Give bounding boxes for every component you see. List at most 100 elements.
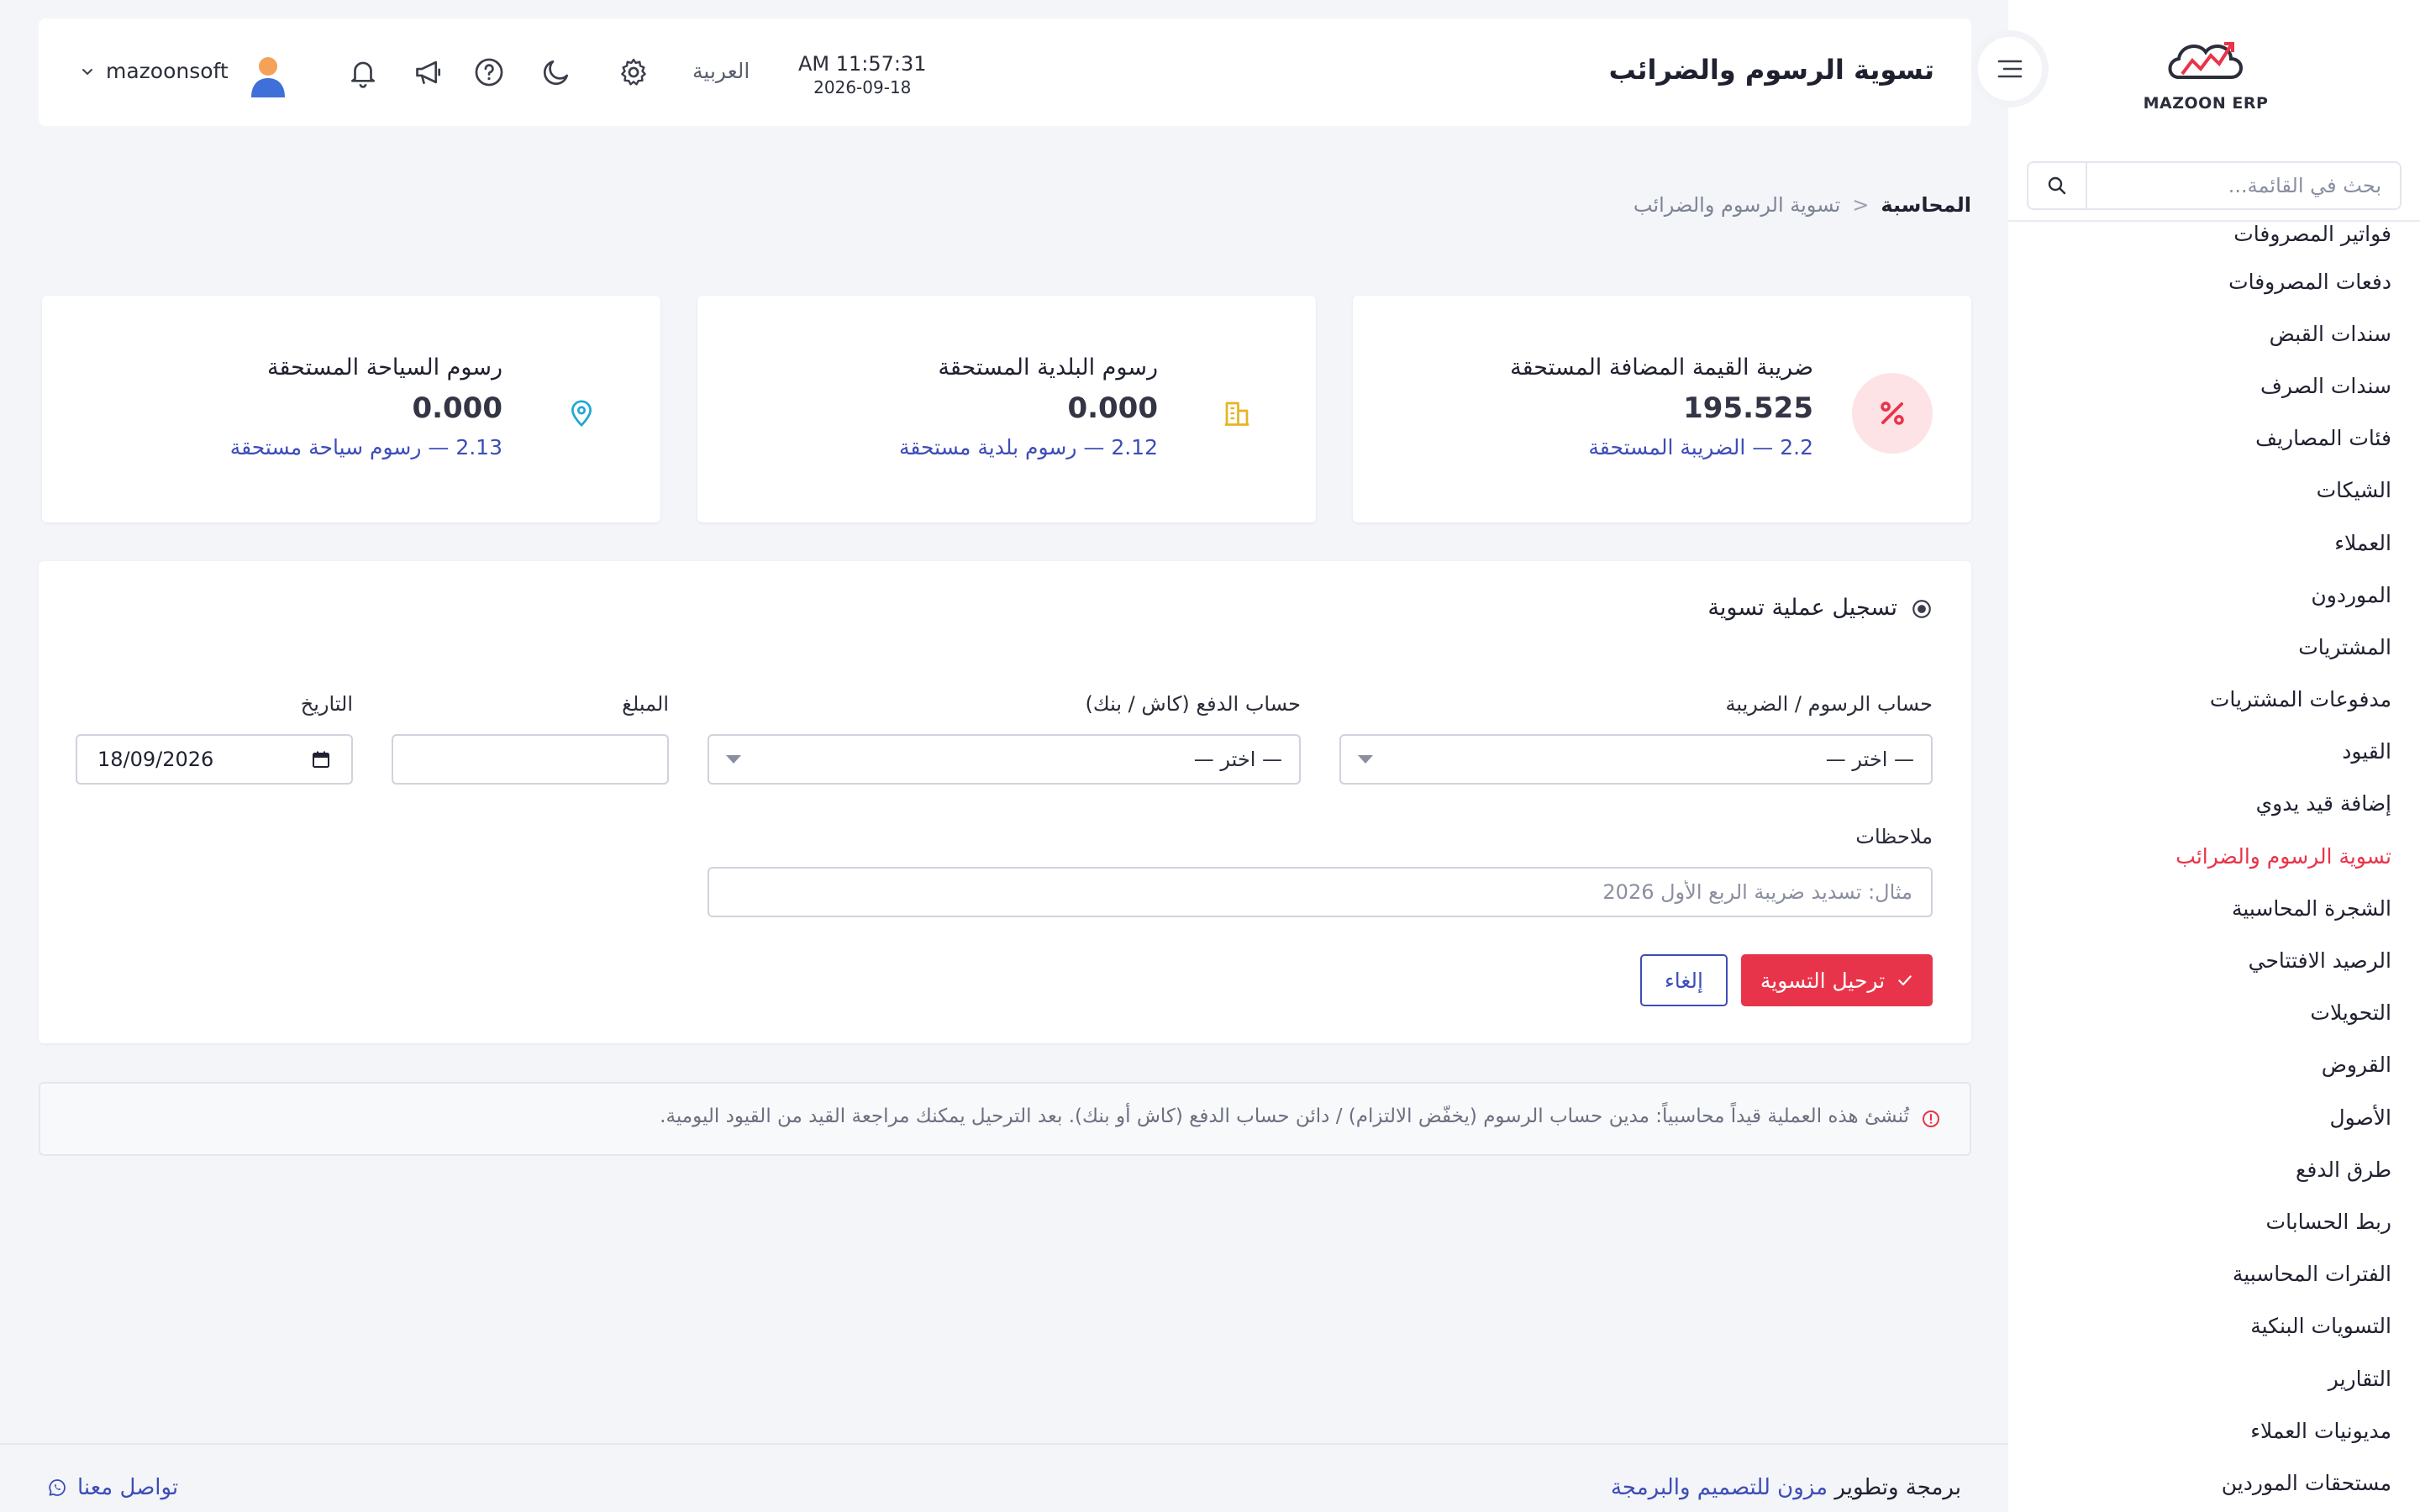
megaphone-icon [416,60,441,85]
announcements-button[interactable] [412,55,445,89]
sidebar-item-expense-payments[interactable]: دفعات المصروفات [2008,255,2420,307]
sidebar-item-fees-taxes-settlement[interactable]: تسوية الرسوم والضرائب [2008,830,2420,882]
sidebar-item-suppliers[interactable]: الموردون [2008,569,2420,621]
record-icon [1912,600,1931,618]
sidebar-item-assets[interactable]: الأصول [2008,1091,2420,1143]
sidebar-item-customers[interactable]: العملاء [2008,517,2420,569]
sidebar-item-add-manual-entry[interactable]: إضافة قيد يدوي [2008,778,2420,830]
sidebar-item-receipt-vouchers[interactable]: سندات القبض [2008,307,2420,360]
topbar: تسوية الرسوم والضرائب AM 11:57:31 2026-0… [39,18,1971,126]
user-name[interactable]: mazoonsoft [106,59,229,83]
sidebar-item-opening-balance[interactable]: الرصيد الافتتاحي [2008,934,2420,986]
tourism-fees-account-link[interactable]: 2.13 — رسوم سياحة مستحقة [230,435,502,459]
payment-account-select[interactable]: — اختر — [708,734,1301,785]
cancel-button[interactable]: إلغاء [1640,954,1728,1006]
date-label: التاريخ [300,692,353,716]
info-note: تُنشئ هذه العملية قيداً محاسبياً: مدين ح… [39,1082,1971,1156]
sidebar-toggle-button[interactable] [1971,30,2049,108]
sidebar-item-purchases[interactable]: المشتريات [2008,621,2420,673]
footer-brand-link[interactable]: مزون للتصميم والبرمجة [1611,1475,1828,1500]
logo[interactable]: MAZOON ERP [2143,34,2269,118]
breadcrumb-root[interactable]: المحاسبة [1881,193,1971,217]
contact-us-label: تواصل معنا [77,1475,179,1500]
settings-button[interactable] [617,55,650,89]
building-icon [1224,402,1249,426]
logo-icon [2168,42,2243,79]
date-input[interactable]: 18/09/2026 [76,734,353,785]
sidebar-item-reports[interactable]: التقارير [2008,1352,2420,1404]
municipal-fees-card: رسوم البلدية المستحقة 0.000 2.12 — رسوم … [697,296,1316,522]
footer-credit-prefix: برمجة وتطوير [1834,1475,1961,1500]
contact-us-link[interactable]: تواصل معنا [47,1475,178,1500]
fee-account-label: حساب الرسوم / الضريبة [1725,692,1933,716]
notes-label: ملاحظات [1855,825,1933,848]
sidebar-item-account-mapping[interactable]: ربط الحسابات [2008,1195,2420,1247]
avatar[interactable] [249,54,287,97]
tourism-fees-title: رسوم السياحة المستحقة [267,354,502,381]
vat-due-account-link[interactable]: 2.2 — الضريبة المستحقة [1588,435,1813,459]
sidebar-search-input[interactable] [2087,163,2400,208]
sidebar-menu: فواتير المصروفات دفعات المصروفات سندات ا… [2008,222,2420,1509]
check-icon [1898,975,1912,986]
notes-input[interactable] [708,867,1933,917]
sidebar-item-supplier-dues[interactable]: مستحقات الموردين [2008,1457,2420,1509]
user-menu-toggle[interactable] [81,67,94,77]
user-avatar-icon [251,57,285,97]
vat-icon-badge [1852,373,1933,454]
bell-icon [350,61,376,88]
sidebar-item-loans[interactable]: القروض [2008,1039,2420,1091]
settlement-form: تسجيل عملية تسوية حساب الرسوم / الضريبة … [39,561,1971,1043]
gear-icon [621,58,646,86]
payment-account-label: حساب الدفع (كاش / بنك) [1085,692,1302,716]
sidebar-item-payment-vouchers[interactable]: سندات الصرف [2008,360,2420,412]
percent-icon [1881,402,1904,425]
sidebar-item-chart-of-accounts[interactable]: الشجرة المحاسبية [2008,882,2420,934]
clock: AM 11:57:31 2026-09-18 [798,52,927,97]
sidebar-item-purchase-payments[interactable]: مدفوعات المشتريات [2008,674,2420,726]
sidebar-item-customer-debts[interactable]: مديونيات العملاء [2008,1404,2420,1457]
sidebar: MAZOON ERP فواتير المصروفات دفعات المصرو… [2008,0,2420,1512]
sidebar-item-cheques[interactable]: الشيكات [2008,465,2420,517]
menu-icon [1997,60,2023,78]
vat-due-card: ضريبة القيمة المضافة المستحقة 195.525 2.… [1353,296,1971,522]
municipal-icon-badge [1197,373,1277,454]
tourism-fees-card: رسوم السياحة المستحقة 0.000 2.13 — رسوم … [42,296,660,522]
map-pin-icon [571,400,592,427]
help-button[interactable] [472,55,506,89]
info-note-text: تُنشئ هذه العملية قيداً محاسبياً: مدين ح… [660,1105,1909,1127]
tourism-icon-badge [541,373,622,454]
fee-account-select[interactable]: — اختر — [1339,734,1933,785]
amount-input[interactable] [392,734,669,785]
dark-mode-toggle[interactable] [539,55,573,89]
sidebar-item-payment-methods[interactable]: طرق الدفع [2008,1143,2420,1195]
dropdown-caret-icon [1358,755,1373,764]
breadcrumb: المحاسبة < تسوية الرسوم والضرائب [1634,193,1971,217]
sidebar-item-expense-categories[interactable]: فئات المصاريف [2008,412,2420,465]
fee-account-selected-value: — اختر — [1825,748,1914,771]
date-value: 18/09/2026 [97,748,214,771]
payment-account-selected-value: — اختر — [1193,748,1282,771]
municipal-fees-account-link[interactable]: 2.12 — رسوم بلدية مستحقة [899,435,1158,459]
dropdown-caret-icon [726,755,741,764]
logo-text: MAZOON ERP [2143,94,2269,113]
breadcrumb-current: تسوية الرسوم والضرائب [1633,193,1841,217]
post-settlement-label: ترحيل التسوية [1760,968,1886,993]
sidebar-item-journal-entries[interactable]: القيود [2008,726,2420,778]
clock-date: 2026-09-18 [813,77,912,97]
sidebar-item-accounting-periods[interactable]: الفترات المحاسبية [2008,1248,2420,1300]
whatsapp-icon [49,1479,66,1496]
sidebar-search [2027,161,2402,210]
vat-due-value: 195.525 [1683,391,1813,425]
search-button[interactable] [2028,163,2087,208]
sidebar-item-expense-invoices[interactable]: فواتير المصروفات [2008,222,2420,255]
post-settlement-button[interactable]: ترحيل التسوية [1741,954,1933,1006]
tourism-fees-value: 0.000 [412,391,502,425]
footer-credit: برمجة وتطوير مزون للتصميم والبرمجة [1611,1475,1961,1500]
sidebar-item-bank-reconciliations[interactable]: التسويات البنكية [2008,1300,2420,1352]
notifications-button[interactable] [346,55,380,89]
footer-divider [0,1443,2008,1445]
clock-time: AM 11:57:31 [798,52,927,76]
language-switch[interactable]: العربية [692,59,750,83]
calendar-icon[interactable] [311,749,331,769]
sidebar-item-transfers[interactable]: التحويلات [2008,987,2420,1039]
